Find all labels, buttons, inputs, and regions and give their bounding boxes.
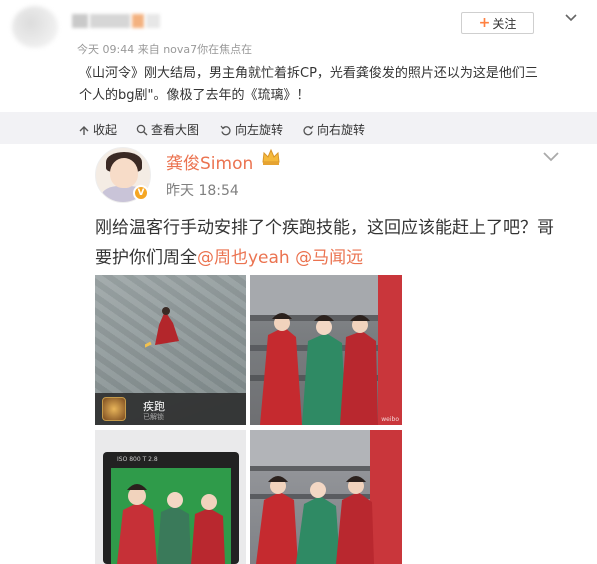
collapse-button[interactable]: 收起 bbox=[78, 121, 117, 138]
blurred-username[interactable] bbox=[72, 14, 164, 28]
embedded-post-text: 刚给温客行手动安排了个疾跑技能，这回应该能赶上了吧？哥要护你们周全@周也yeah… bbox=[95, 213, 565, 273]
follow-label: 关注 bbox=[492, 16, 517, 31]
view-large-button[interactable]: 查看大图 bbox=[136, 121, 199, 138]
follow-button[interactable]: + 关注 bbox=[461, 12, 534, 34]
rotate-left-label: 向左旋转 bbox=[235, 123, 284, 137]
mention-zhouye[interactable]: @周也yeah bbox=[197, 248, 290, 268]
embedded-post-time[interactable]: 昨天 18:54 bbox=[166, 180, 239, 200]
blurred-avatar[interactable] bbox=[12, 6, 58, 48]
photo-game-skill[interactable]: 疾跑 已解锁 bbox=[95, 275, 246, 425]
mention-mawenyuan[interactable]: @马闻远 bbox=[295, 248, 363, 268]
photo-cast-steps-2[interactable] bbox=[250, 430, 402, 564]
post-text-line-1: 《山河令》刚大结局，男主角就忙着拆CP，光看龚俊发的照片还以为这是他们三 bbox=[79, 66, 538, 81]
author-name[interactable]: 龚俊Simon bbox=[166, 149, 253, 174]
monitor-readout: ISO 800 T 2.8 bbox=[117, 456, 158, 463]
skill-status: 已解锁 bbox=[143, 413, 164, 421]
source-prefix: 来自 bbox=[137, 43, 160, 56]
rotate-right-icon bbox=[303, 125, 314, 135]
cast-photo-image-2 bbox=[250, 430, 402, 564]
collapse-icon bbox=[79, 125, 89, 135]
crown-icon bbox=[262, 148, 280, 165]
watermark: weibo bbox=[381, 416, 399, 423]
monitor-photo-image bbox=[95, 430, 246, 564]
rotate-left-icon bbox=[220, 125, 231, 135]
repost-header: + 关注 今天 09:44 来自 nova7你在焦点在 《山河令》刚大结局，男主… bbox=[0, 0, 597, 112]
skill-icon bbox=[102, 397, 126, 421]
magnifier-icon bbox=[136, 124, 148, 135]
rotate-right-label: 向右旋转 bbox=[317, 123, 366, 137]
verified-badge-icon: V bbox=[133, 185, 149, 201]
post-meta: 今天 09:44 来自 nova7你在焦点在 bbox=[77, 41, 252, 57]
post-text: 《山河令》刚大结局，男主角就忙着拆CP，光看龚俊发的照片还以为这是他们三 个人的… bbox=[79, 63, 589, 107]
post-time[interactable]: 今天 09:44 bbox=[77, 43, 134, 56]
photo-monitor[interactable]: ISO 800 T 2.8 bbox=[95, 430, 246, 564]
chevron-down-icon[interactable] bbox=[564, 11, 578, 25]
rotate-left-button[interactable]: 向左旋转 bbox=[220, 121, 283, 138]
cast-photo-image bbox=[250, 275, 402, 425]
view-large-label: 查看大图 bbox=[151, 123, 200, 137]
chevron-down-icon[interactable] bbox=[542, 150, 560, 164]
plus-icon: + bbox=[478, 15, 491, 31]
game-character-image bbox=[145, 307, 179, 348]
image-toolbar: 收起 查看大图 向左旋转 向右旋转 bbox=[0, 112, 597, 144]
rotate-right-button[interactable]: 向右旋转 bbox=[302, 121, 365, 138]
photo-cast-steps-1[interactable]: weibo bbox=[250, 275, 402, 425]
post-source[interactable]: nova7你在焦点在 bbox=[163, 43, 252, 56]
post-text-line-2: 个人的bg剧"。像极了去年的《琉璃》！ bbox=[79, 88, 310, 103]
collapse-label: 收起 bbox=[93, 123, 118, 137]
